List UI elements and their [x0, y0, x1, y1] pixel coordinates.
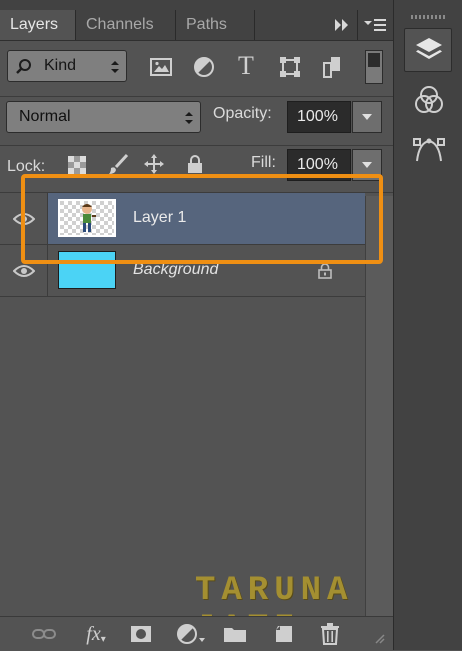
layer-thumbnail	[58, 251, 116, 289]
layer-lock-icon	[316, 261, 334, 281]
type-layer-filter-icon[interactable]: T	[232, 51, 260, 80]
fill-dropdown-button[interactable]	[352, 149, 382, 181]
lock-all-icon[interactable]	[184, 152, 206, 176]
blend-row: Normal Opacity: 100%	[0, 97, 393, 145]
tab-paths[interactable]: Paths	[176, 10, 254, 40]
fx-label: fx	[86, 622, 101, 645]
layer-name[interactable]: Layer 1	[133, 209, 186, 227]
new-group-icon[interactable]	[222, 623, 248, 645]
layers-panel: Layers Channels Paths Kind T Normal Opac…	[0, 0, 394, 651]
lock-image-pixels-icon[interactable]	[106, 152, 130, 176]
layers-scrollbar[interactable]	[365, 196, 394, 616]
lock-row: Lock: Fill: 100%	[0, 146, 393, 192]
eye-icon	[12, 211, 36, 227]
tab-channels[interactable]: Channels	[76, 10, 175, 40]
channels-icon[interactable]	[412, 84, 446, 116]
lock-position-icon[interactable]	[142, 152, 166, 176]
layers-list: Layer 1 Background	[0, 193, 365, 616]
layers-footer-toolbar: fx ▾	[0, 616, 393, 651]
shape-layer-filter-icon[interactable]	[276, 54, 304, 80]
adjustment-layer-filter-icon[interactable]	[190, 54, 218, 80]
link-layers-icon[interactable]	[30, 624, 58, 644]
select-arrows-icon	[182, 109, 196, 127]
opacity-input[interactable]: 100%	[287, 101, 351, 133]
dock-layers-button[interactable]	[404, 28, 452, 72]
filter-toggle-switch[interactable]	[365, 50, 383, 84]
chevron-down-icon	[361, 160, 373, 170]
select-arrows-icon	[108, 58, 122, 76]
eye-icon	[12, 263, 36, 279]
fill-label: Fill:	[251, 154, 276, 171]
lock-label: Lock:	[7, 158, 46, 175]
paths-icon[interactable]	[412, 134, 446, 166]
filter-kind-select[interactable]: Kind	[7, 50, 127, 82]
panel-dock	[393, 0, 462, 650]
layer-row-layer-1[interactable]: Layer 1	[0, 193, 365, 245]
opacity-dropdown-button[interactable]	[352, 101, 382, 133]
dock-grip-icon[interactable]	[411, 14, 445, 20]
panel-menu-area	[325, 10, 393, 40]
fill-input[interactable]: 100%	[287, 149, 351, 181]
new-layer-icon[interactable]	[272, 622, 296, 646]
panel-tab-bar: Layers Channels Paths	[0, 0, 393, 41]
chevron-down-icon	[361, 112, 373, 122]
blend-mode-value: Normal	[19, 108, 71, 125]
layer-thumbnail	[58, 199, 116, 237]
delete-layer-icon[interactable]	[318, 622, 342, 646]
layer-row-background[interactable]: Background	[0, 245, 365, 297]
filter-row: Kind T	[0, 40, 393, 96]
lock-transparent-pixels-icon[interactable]	[66, 154, 88, 176]
pixel-layer-filter-icon[interactable]	[147, 54, 175, 80]
fx-icon[interactable]: fx ▾	[78, 621, 114, 647]
adjustment-icon[interactable]	[174, 622, 208, 646]
filter-kind-label: Kind	[44, 57, 77, 74]
panel-menu-icon[interactable]	[363, 16, 387, 34]
layers-icon	[413, 35, 445, 65]
add-mask-icon[interactable]	[128, 623, 154, 645]
tab-divider	[254, 10, 255, 40]
layer-visibility-toggle[interactable]	[0, 245, 48, 296]
tab-layers[interactable]: Layers	[0, 10, 75, 40]
opacity-label: Opacity:	[213, 105, 272, 122]
search-icon	[14, 57, 34, 77]
collapse-panel-icon[interactable]	[333, 16, 351, 34]
smart-object-filter-icon[interactable]	[318, 54, 346, 80]
blend-mode-select[interactable]: Normal	[6, 101, 201, 133]
layer-name[interactable]: Background	[133, 261, 218, 279]
resize-grip-icon[interactable]	[372, 631, 386, 645]
layer-visibility-toggle[interactable]	[0, 193, 48, 244]
